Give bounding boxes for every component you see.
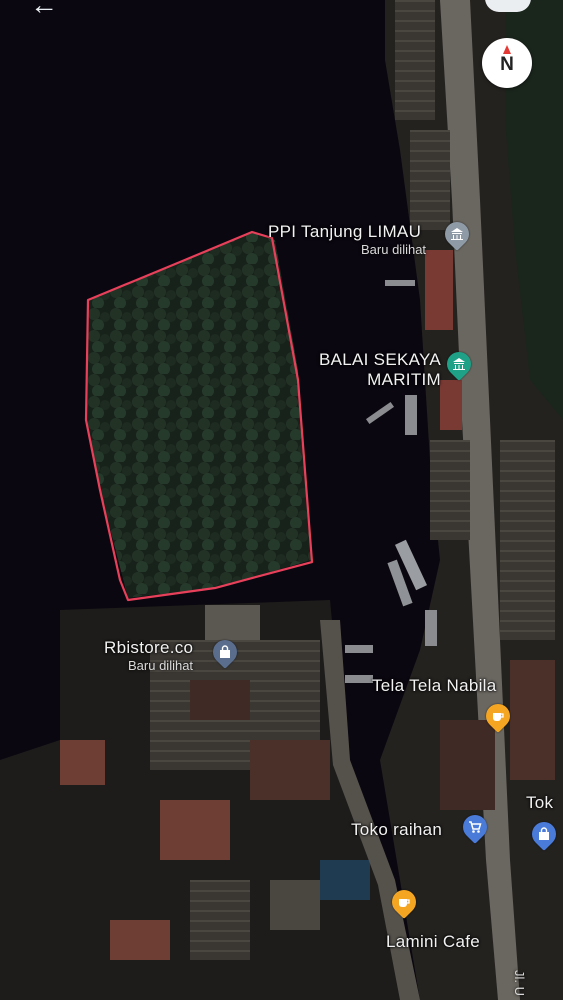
poi-name: Tela Tela Nabila [372, 676, 497, 695]
poi-name: Tok [526, 793, 554, 812]
compass-button[interactable]: N [482, 38, 532, 88]
poi-tok[interactable]: Tok [526, 793, 553, 813]
poi-name: Lamini Cafe [386, 932, 481, 951]
poi-rbistore[interactable]: Rbistore.co Baru dilihat [104, 638, 193, 673]
poi-recently-viewed: Baru dilihat [128, 658, 194, 673]
poi-lamini-cafe[interactable]: Lamini Cafe [386, 932, 480, 952]
poi-ppi-tanjung-limau[interactable]: PPI Tanjung LIMAU Baru dilihat [268, 222, 426, 257]
poi-name: PPI Tanjung LIMAU [268, 222, 422, 241]
road-label: Jl. U [512, 970, 527, 996]
compass-needle-icon [503, 45, 511, 54]
satellite-map[interactable]: ← N PPI Tanjung LIMAU Baru dilihat BALAI… [0, 0, 563, 1000]
poi-name-line1: BALAI SEKAYA [318, 350, 441, 369]
poi-tela-tela-nabila[interactable]: Tela Tela Nabila [372, 676, 497, 696]
poi-name: Rbistore.co [104, 638, 194, 657]
compass-north-label: N [500, 54, 514, 75]
poi-balai-sekaya-maritim[interactable]: BALAI SEKAYA MARITIM [309, 350, 441, 390]
poi-name-line2: MARITIM [367, 370, 441, 389]
poi-recently-viewed: Baru dilihat [361, 242, 427, 257]
poi-name: Toko raihan [351, 820, 443, 839]
satellite-imagery [0, 0, 563, 1000]
poi-toko-raihan[interactable]: Toko raihan [351, 820, 442, 840]
back-arrow-icon[interactable]: ← [30, 0, 70, 19]
